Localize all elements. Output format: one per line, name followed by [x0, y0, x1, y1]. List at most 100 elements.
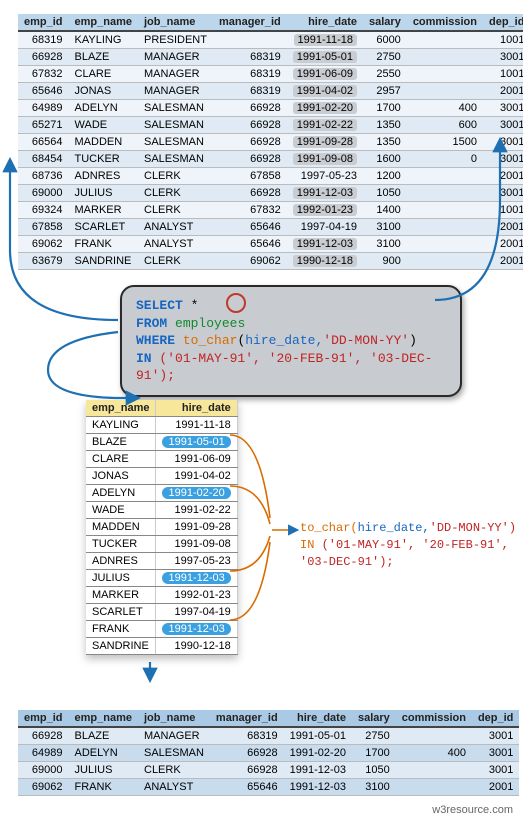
table-row: 63679SANDRINECLERK690621990-12-189002001 — [18, 253, 523, 270]
table-row: JULIUS1991-12-03 — [86, 570, 237, 587]
table-row: MADDEN1991-09-28 — [86, 519, 237, 536]
table-cell: CLERK — [138, 253, 213, 270]
table-cell: 1991-12-03 — [156, 570, 237, 587]
table-cell: 1991-11-18 — [156, 417, 237, 434]
table-cell: 67832 — [213, 202, 287, 219]
footer-credit: w3resource.com — [0, 802, 523, 822]
table-cell: 68319 — [18, 31, 69, 49]
table-cell: 66928 — [213, 134, 287, 151]
table-cell: SALESMAN — [138, 134, 213, 151]
table-cell: 1991-12-03 — [284, 762, 352, 779]
table-cell: 1991-05-01 — [287, 49, 363, 66]
col-emp_name: emp_name — [86, 400, 156, 417]
table-header-row: emp_id emp_name job_name manager_id hire… — [18, 14, 523, 31]
col-hire_date: hire_date — [284, 710, 352, 727]
col-manager_id: manager_id — [210, 710, 284, 727]
table-cell: TUCKER — [86, 536, 156, 553]
table-cell: 1350 — [363, 134, 407, 151]
table-cell: 3001 — [483, 134, 523, 151]
col-job_name: job_name — [138, 14, 213, 31]
result-table: emp_id emp_name job_name manager_id hire… — [18, 710, 519, 796]
table-cell: MADDEN — [86, 519, 156, 536]
col-emp_id: emp_id — [18, 710, 69, 727]
table-row: 65646JONASMANAGER683191991-04-0229572001 — [18, 83, 523, 100]
col-job_name: job_name — [138, 710, 210, 727]
table-cell: SALESMAN — [138, 117, 213, 134]
table-cell: 1700 — [352, 745, 396, 762]
table-cell: 69062 — [213, 253, 287, 270]
table-row: ADELYN1991-02-20 — [86, 485, 237, 502]
table-cell: 65646 — [213, 219, 287, 236]
table-row: JONAS1991-04-02 — [86, 468, 237, 485]
table-cell: 1700 — [363, 100, 407, 117]
table-cell: MANAGER — [138, 49, 213, 66]
table-cell: 69000 — [18, 762, 69, 779]
table-row: SCARLET1997-04-19 — [86, 604, 237, 621]
table-cell: 68736 — [18, 168, 69, 185]
table-cell: SCARLET — [86, 604, 156, 621]
table-cell: FRANK — [86, 621, 156, 638]
table-cell: 1050 — [352, 762, 396, 779]
table-cell: CLERK — [138, 185, 213, 202]
table-cell: 1991-02-22 — [156, 502, 237, 519]
table-cell: 2550 — [363, 66, 407, 83]
table-cell: 1990-12-18 — [156, 638, 237, 655]
table-cell: 1991-02-20 — [156, 485, 237, 502]
table-row: 66564MADDENSALESMAN669281991-09-28135015… — [18, 134, 523, 151]
table-cell: KAYLING — [69, 31, 138, 49]
table-cell: 1600 — [363, 151, 407, 168]
table-cell: MANAGER — [138, 83, 213, 100]
table-cell: ANALYST — [138, 779, 210, 796]
table-cell: 68454 — [18, 151, 69, 168]
table-row: 69000JULIUSCLERK669281991-12-0310503001 — [18, 762, 519, 779]
table-cell: 1350 — [363, 117, 407, 134]
table-cell: 65271 — [18, 117, 69, 134]
circle-highlight-icon — [226, 293, 246, 313]
table-cell — [407, 202, 483, 219]
table-cell: 1997-04-19 — [287, 219, 363, 236]
table-cell: WADE — [86, 502, 156, 519]
table-cell: SALESMAN — [138, 151, 213, 168]
table-cell — [407, 168, 483, 185]
table-cell: ADELYN — [69, 100, 138, 117]
table-cell: 1991-04-02 — [287, 83, 363, 100]
table-cell: 1991-06-09 — [156, 451, 237, 468]
table-cell: JULIUS — [69, 185, 138, 202]
table-cell: 68319 — [213, 66, 287, 83]
col-hire_date: hire_date — [287, 14, 363, 31]
table-cell: MADDEN — [69, 134, 138, 151]
col-emp_name: emp_name — [69, 14, 138, 31]
table-cell: 66928 — [18, 727, 69, 745]
table-cell: 66928 — [213, 151, 287, 168]
table-cell — [396, 762, 472, 779]
table-cell: 66928 — [210, 745, 284, 762]
table-cell: CLARE — [86, 451, 156, 468]
table-row: 68736ADNRESCLERK678581997-05-2312002001 — [18, 168, 523, 185]
table-cell: JULIUS — [69, 762, 138, 779]
table-cell: 1001 — [483, 66, 523, 83]
table-cell: SANDRINE — [86, 638, 156, 655]
table-row: 66928BLAZEMANAGER683191991-05-0127503001 — [18, 727, 519, 745]
sql-query-box: SELECT * FROM employees WHERE to_char(hi… — [120, 285, 462, 397]
table-cell: 3100 — [352, 779, 396, 796]
table-cell: 1991-12-03 — [156, 621, 237, 638]
table-cell: 1992-01-23 — [156, 587, 237, 604]
table-cell: KAYLING — [86, 417, 156, 434]
table-cell: 1050 — [363, 185, 407, 202]
table-cell: FRANK — [69, 779, 138, 796]
table-cell: 69000 — [18, 185, 69, 202]
table-cell: 3001 — [472, 745, 519, 762]
table-cell: MARKER — [69, 202, 138, 219]
table-cell: 1991-12-03 — [287, 185, 363, 202]
table-row: 68454TUCKERSALESMAN669281991-09-08160003… — [18, 151, 523, 168]
table-cell: 2001 — [472, 779, 519, 796]
table-cell: 1001 — [483, 31, 523, 49]
filter-annotation: to_char(hire_date,'DD-MON-YY') IN ('01-M… — [300, 520, 523, 570]
table-cell — [396, 727, 472, 745]
table-cell: ANALYST — [138, 219, 213, 236]
table-cell: 3001 — [483, 49, 523, 66]
table-cell: 67832 — [18, 66, 69, 83]
table-cell: 1400 — [363, 202, 407, 219]
table-cell: 66928 — [213, 185, 287, 202]
table-cell: MARKER — [86, 587, 156, 604]
